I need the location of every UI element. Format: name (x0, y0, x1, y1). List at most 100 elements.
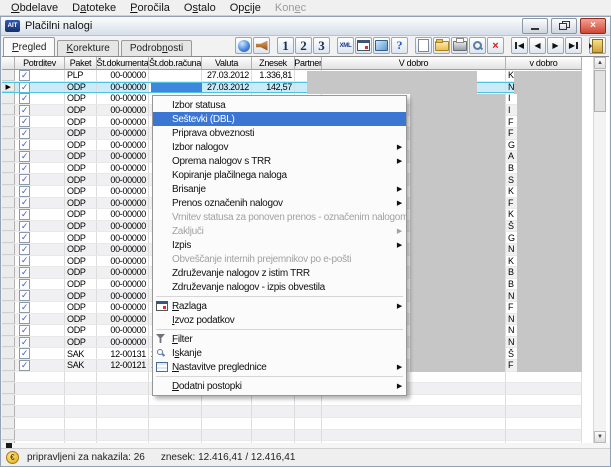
cell-valuta (202, 406, 252, 417)
nav-prev-button[interactable]: ◀ (529, 37, 546, 54)
checkbox[interactable]: ✓ (19, 302, 30, 313)
checkbox[interactable]: ✓ (19, 360, 30, 371)
table-row[interactable]: ▶ ✓ ODP 00-00000 27.03.2012 142,57 N (2, 81, 582, 94)
view-3-button[interactable]: 3 (313, 37, 330, 54)
checkbox[interactable]: ✓ (19, 255, 30, 267)
print-button[interactable] (451, 37, 468, 54)
menubar-item-ostalo[interactable]: Ostalo (177, 2, 223, 14)
checkbox[interactable]: ✓ (19, 104, 30, 116)
delete-button[interactable]: × (487, 37, 504, 54)
column-header-paket[interactable]: Paket (65, 57, 97, 70)
checkbox[interactable]: ✓ (19, 151, 30, 162)
context-menu-item-izvoz-podatkov[interactable]: Izvoz podatkov (153, 313, 406, 327)
cell-dok: 00-00000 (97, 209, 149, 220)
vscrollbar-thumb[interactable] (594, 70, 606, 112)
checkbox[interactable]: ✓ (19, 278, 30, 290)
checkbox[interactable]: ✓ (19, 220, 30, 232)
checkbox[interactable]: ✓ (19, 93, 30, 104)
nav-first-button[interactable]: ◀ (511, 37, 528, 54)
column-header-valuta[interactable]: Valuta (202, 57, 252, 70)
checkbox[interactable]: ✓ (19, 267, 30, 278)
close-button[interactable]: × (580, 18, 606, 34)
checkbox[interactable]: ✓ (19, 186, 30, 197)
tab-podrobnosti[interactable]: Podrob n osti (120, 40, 193, 56)
nav-next-button[interactable]: ▶ (547, 37, 564, 54)
checkbox[interactable]: ✓ (19, 313, 30, 325)
context-menu-item-dodatni-postopki[interactable]: Dodatni postopki ▶ (153, 379, 406, 393)
cell-paket: ODP (65, 244, 97, 255)
open-button[interactable] (433, 37, 450, 54)
vertical-scrollbar[interactable]: ▲ ▼ (593, 57, 606, 443)
tab-pregled[interactable]: Pregled (3, 37, 56, 56)
context-menu-item-brisanje[interactable]: Brisanje ▶ (153, 182, 406, 196)
tab-korekture[interactable]: Korekture (57, 40, 119, 56)
checkbox[interactable]: ✓ (19, 325, 30, 336)
nav-last-button[interactable]: ▶ (565, 37, 582, 54)
scroll-down-icon[interactable]: ▼ (594, 431, 606, 443)
column-header-partner[interactable]: Partner (295, 57, 322, 70)
view-2-button[interactable]: 2 (295, 37, 312, 54)
form-report-button[interactable] (355, 37, 372, 54)
column-header-blank[interactable] (2, 57, 15, 70)
menubar-item-datoteke[interactable]: Datoteke (65, 2, 123, 14)
context-menu-item-zdru-evanje-nalogov-z-istim-trr[interactable]: Združevanje nalogov z istim TRR (153, 266, 406, 280)
restore-button[interactable] (551, 18, 577, 34)
globe-button[interactable] (235, 37, 252, 54)
cell-dok: 00-00000 (97, 116, 149, 127)
context-menu-item-oprema-nalogov-s-trr[interactable]: Oprema nalogov s TRR ▶ (153, 154, 406, 168)
context-menu-item-prenos-ozna-enih-nalogov[interactable]: Prenos označenih nalogov ▶ (153, 196, 406, 210)
magnifier-icon (156, 348, 166, 358)
redaction-block (410, 93, 505, 372)
context-menu-item-se-tevki-dbl[interactable]: Seštevki (DBL) (153, 112, 406, 126)
help-button[interactable]: ? (391, 37, 408, 54)
exit-button[interactable] (589, 37, 606, 54)
column-header-v-dobro[interactable]: V dobro (322, 57, 506, 70)
checkbox[interactable]: ✓ (19, 209, 30, 220)
search-button[interactable] (469, 37, 486, 54)
context-menu-item-izbor-statusa[interactable]: Izbor statusa (153, 98, 406, 112)
checkbox[interactable]: ✓ (19, 128, 30, 139)
checkbox[interactable]: ✓ (19, 232, 30, 243)
column-header-t-dob-ra-una[interactable]: Št.dob.računa (149, 57, 202, 70)
checkbox[interactable]: ✓ (19, 348, 30, 359)
cell-paket: ODP (65, 197, 97, 209)
cell-valuta: 27.03.2012 (202, 70, 252, 81)
menubar-item-obdelave[interactable]: Obdelave (4, 2, 65, 14)
column-header-t-dokumenta[interactable]: Št.dokumenta (97, 57, 149, 70)
horn-button[interactable] (253, 37, 270, 54)
menubar-item-opcije[interactable]: Opcije (223, 2, 268, 14)
xml-button[interactable]: XML (337, 37, 354, 54)
new-button[interactable] (415, 37, 432, 54)
checkbox[interactable]: ✓ (19, 244, 30, 255)
checkbox[interactable]: ✓ (19, 336, 30, 348)
checkbox[interactable]: ✓ (19, 174, 30, 185)
context-menu-item-kopiranje-pla-ilnega-naloga[interactable]: Kopiranje plačilnega naloga (153, 168, 406, 182)
checkbox[interactable]: ✓ (19, 70, 30, 81)
context-menu-item-izbor-nalogov[interactable]: Izbor nalogov ▶ (153, 140, 406, 154)
minimize-button[interactable] (522, 18, 548, 34)
column-header-znesek[interactable]: Znesek (252, 57, 295, 70)
context-menu-item-priprava-obveznosti[interactable]: Priprava obveznosti (153, 126, 406, 140)
view-1-button[interactable]: 1 (277, 37, 294, 54)
menubar-item-poro-ila[interactable]: Poročila (123, 2, 177, 14)
context-menu-item-filter[interactable]: Filter (153, 332, 406, 346)
column-header-v-dobro[interactable]: v dobro (506, 57, 582, 70)
column-header-potrditev[interactable]: Potrditev (15, 57, 65, 70)
cell-paket: ODP (65, 325, 97, 336)
checkbox[interactable]: ✓ (19, 139, 30, 151)
context-menu-item-iskanje[interactable]: Iskanje (153, 346, 406, 360)
scroll-up-icon[interactable]: ▲ (594, 57, 606, 69)
context-menu-item-nastavitve-preglednice[interactable]: Nastavitve preglednice ▶ (153, 360, 406, 374)
explain-window-icon (156, 301, 168, 311)
monitor-button[interactable] (373, 37, 390, 54)
table-row[interactable]: ✓ PLP 00-00000 27.03.2012 1.336,81 K (2, 70, 582, 82)
checkbox[interactable]: ✓ (19, 162, 30, 174)
checkbox[interactable]: ✓ (19, 82, 30, 93)
context-menu-item-izpis[interactable]: Izpis ▶ (153, 238, 406, 252)
checkbox[interactable]: ✓ (19, 197, 30, 209)
checkbox[interactable]: ✓ (19, 290, 30, 301)
checkbox[interactable]: ✓ (19, 116, 30, 127)
cell-potrditev: ✓ (15, 139, 65, 151)
context-menu-item-razlaga[interactable]: Razlaga ▶ (153, 299, 406, 313)
context-menu-item-zdru-evanje-nalogov-izpis-obvestila[interactable]: Združevanje nalogov - izpis obvestila (153, 280, 406, 294)
